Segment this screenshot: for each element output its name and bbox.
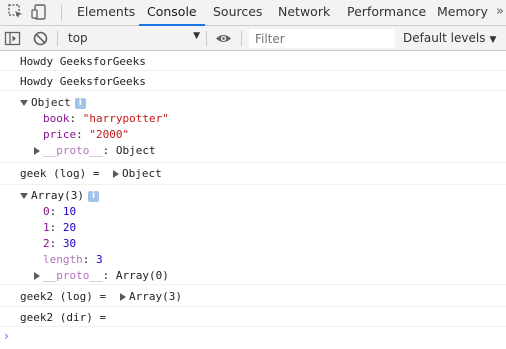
more-tabs-icon[interactable]: » [496, 4, 504, 19]
array-entry: 1: 20 [43, 221, 76, 235]
array-index: 1 [43, 221, 50, 234]
tab-console[interactable]: Console [139, 0, 205, 26]
proto-tree-toggle[interactable]: __proto__: Array(0) [34, 269, 169, 283]
array-tree-toggle[interactable]: Array(3) [120, 290, 182, 304]
array-length: length: 3 [43, 253, 103, 267]
property-value: "harrypotter" [82, 112, 169, 125]
console-message: geek2 (log) = Array(3) [0, 285, 506, 307]
property-colon: : [49, 205, 63, 218]
toolbar-separator [206, 31, 207, 46]
array-value: 10 [62, 205, 77, 218]
object-tree-toggle[interactable]: Object i [20, 96, 86, 110]
collapse-triangle-icon [113, 170, 119, 178]
log-levels-dropdown[interactable]: Default levels ▼ [403, 31, 496, 45]
eye-icon[interactable] [215, 30, 232, 47]
context-selector[interactable]: top ▼ [60, 26, 206, 50]
array-value: 20 [62, 221, 77, 234]
collapse-triangle-icon [34, 147, 40, 155]
object-tree-toggle[interactable]: Object [113, 167, 162, 181]
show-console-sidebar-icon[interactable] [4, 30, 21, 47]
tab-elements[interactable]: Elements [77, 0, 135, 25]
tab-separator [61, 5, 62, 21]
property-colon: : [69, 112, 83, 125]
collapse-triangle-icon [34, 272, 40, 280]
property-key: length [43, 253, 83, 266]
console-message: Howdy GeeksforGeeks [0, 71, 506, 91]
property-colon: : [102, 269, 116, 282]
log-text: geek2 (log) = [20, 290, 113, 303]
log-levels-label: Default levels [403, 31, 486, 45]
console-message: Howdy GeeksforGeeks [0, 51, 506, 71]
array-title: Array(3) [129, 290, 182, 303]
property-colon: : [102, 144, 116, 157]
tab-memory[interactable]: Memory [437, 0, 488, 25]
property-key: book [43, 112, 70, 125]
property-colon: : [49, 237, 63, 250]
console-message: geek2 (dir) = [0, 307, 506, 327]
object-property: book: "harrypotter" [43, 112, 169, 126]
property-key: __proto__ [43, 144, 103, 157]
object-title: Object [31, 96, 71, 109]
expand-triangle-icon [20, 193, 28, 199]
array-value: 30 [62, 237, 77, 250]
array-tree-toggle[interactable]: Array(3) i [20, 189, 99, 203]
toolbar-separator [57, 31, 58, 46]
log-text: Howdy GeeksforGeeks [20, 55, 146, 68]
property-colon: : [49, 221, 63, 234]
dropdown-arrow-icon: ▼ [489, 35, 497, 45]
array-entry: 2: 30 [43, 237, 76, 251]
info-badge-icon[interactable]: i [87, 190, 99, 202]
property-colon: : [76, 128, 90, 141]
property-colon: : [82, 253, 96, 266]
tab-sources[interactable]: Sources [213, 0, 262, 25]
dropdown-arrow-icon: ▼ [193, 31, 200, 41]
inspect-element-icon[interactable] [7, 3, 25, 21]
console-message: geek (log) = Object [0, 163, 506, 185]
console-message-object: Object i book: "harrypotter" price: "2000… [0, 91, 506, 163]
log-text: geek2 (dir) = [20, 311, 113, 324]
array-title: Array(3) [31, 189, 84, 202]
info-badge-icon[interactable]: i [74, 97, 86, 109]
tab-performance[interactable]: Performance [347, 0, 426, 25]
property-value: Array(0) [115, 269, 169, 282]
proto-tree-toggle[interactable]: __proto__: Object [34, 144, 156, 158]
console-message-array: Array(3) i 0: 10 1: 20 2: 30 length: 3 __… [0, 185, 506, 285]
devtools-tab-bar: Elements Console Sources Network Perform… [0, 0, 506, 26]
property-value: Object [115, 144, 156, 157]
clear-console-icon[interactable] [32, 30, 49, 47]
tab-network[interactable]: Network [278, 0, 330, 25]
toolbar-separator [241, 31, 242, 46]
console-toolbar: top ▼ Default levels▼ [0, 26, 506, 51]
device-toolbar-icon[interactable] [31, 3, 49, 21]
property-key: price [43, 128, 77, 141]
context-selector-label: top [68, 31, 88, 45]
array-entry: 0: 10 [43, 205, 76, 219]
array-index: 0 [43, 205, 50, 218]
log-text: geek (log) = [20, 167, 107, 180]
property-value: 3 [96, 253, 103, 266]
object-property: price: "2000" [43, 128, 129, 142]
object-title: Object [122, 167, 162, 180]
console-filter-input[interactable] [249, 29, 395, 48]
console-prompt-icon[interactable]: › [4, 329, 9, 343]
expand-triangle-icon [20, 100, 28, 106]
log-text: Howdy GeeksforGeeks [20, 75, 146, 88]
console-messages: Howdy GeeksforGeeks Howdy GeeksforGeeks … [0, 51, 506, 349]
array-index: 2 [43, 237, 50, 250]
collapse-triangle-icon [120, 293, 126, 301]
property-key: __proto__ [43, 269, 103, 282]
property-value: "2000" [89, 128, 130, 141]
